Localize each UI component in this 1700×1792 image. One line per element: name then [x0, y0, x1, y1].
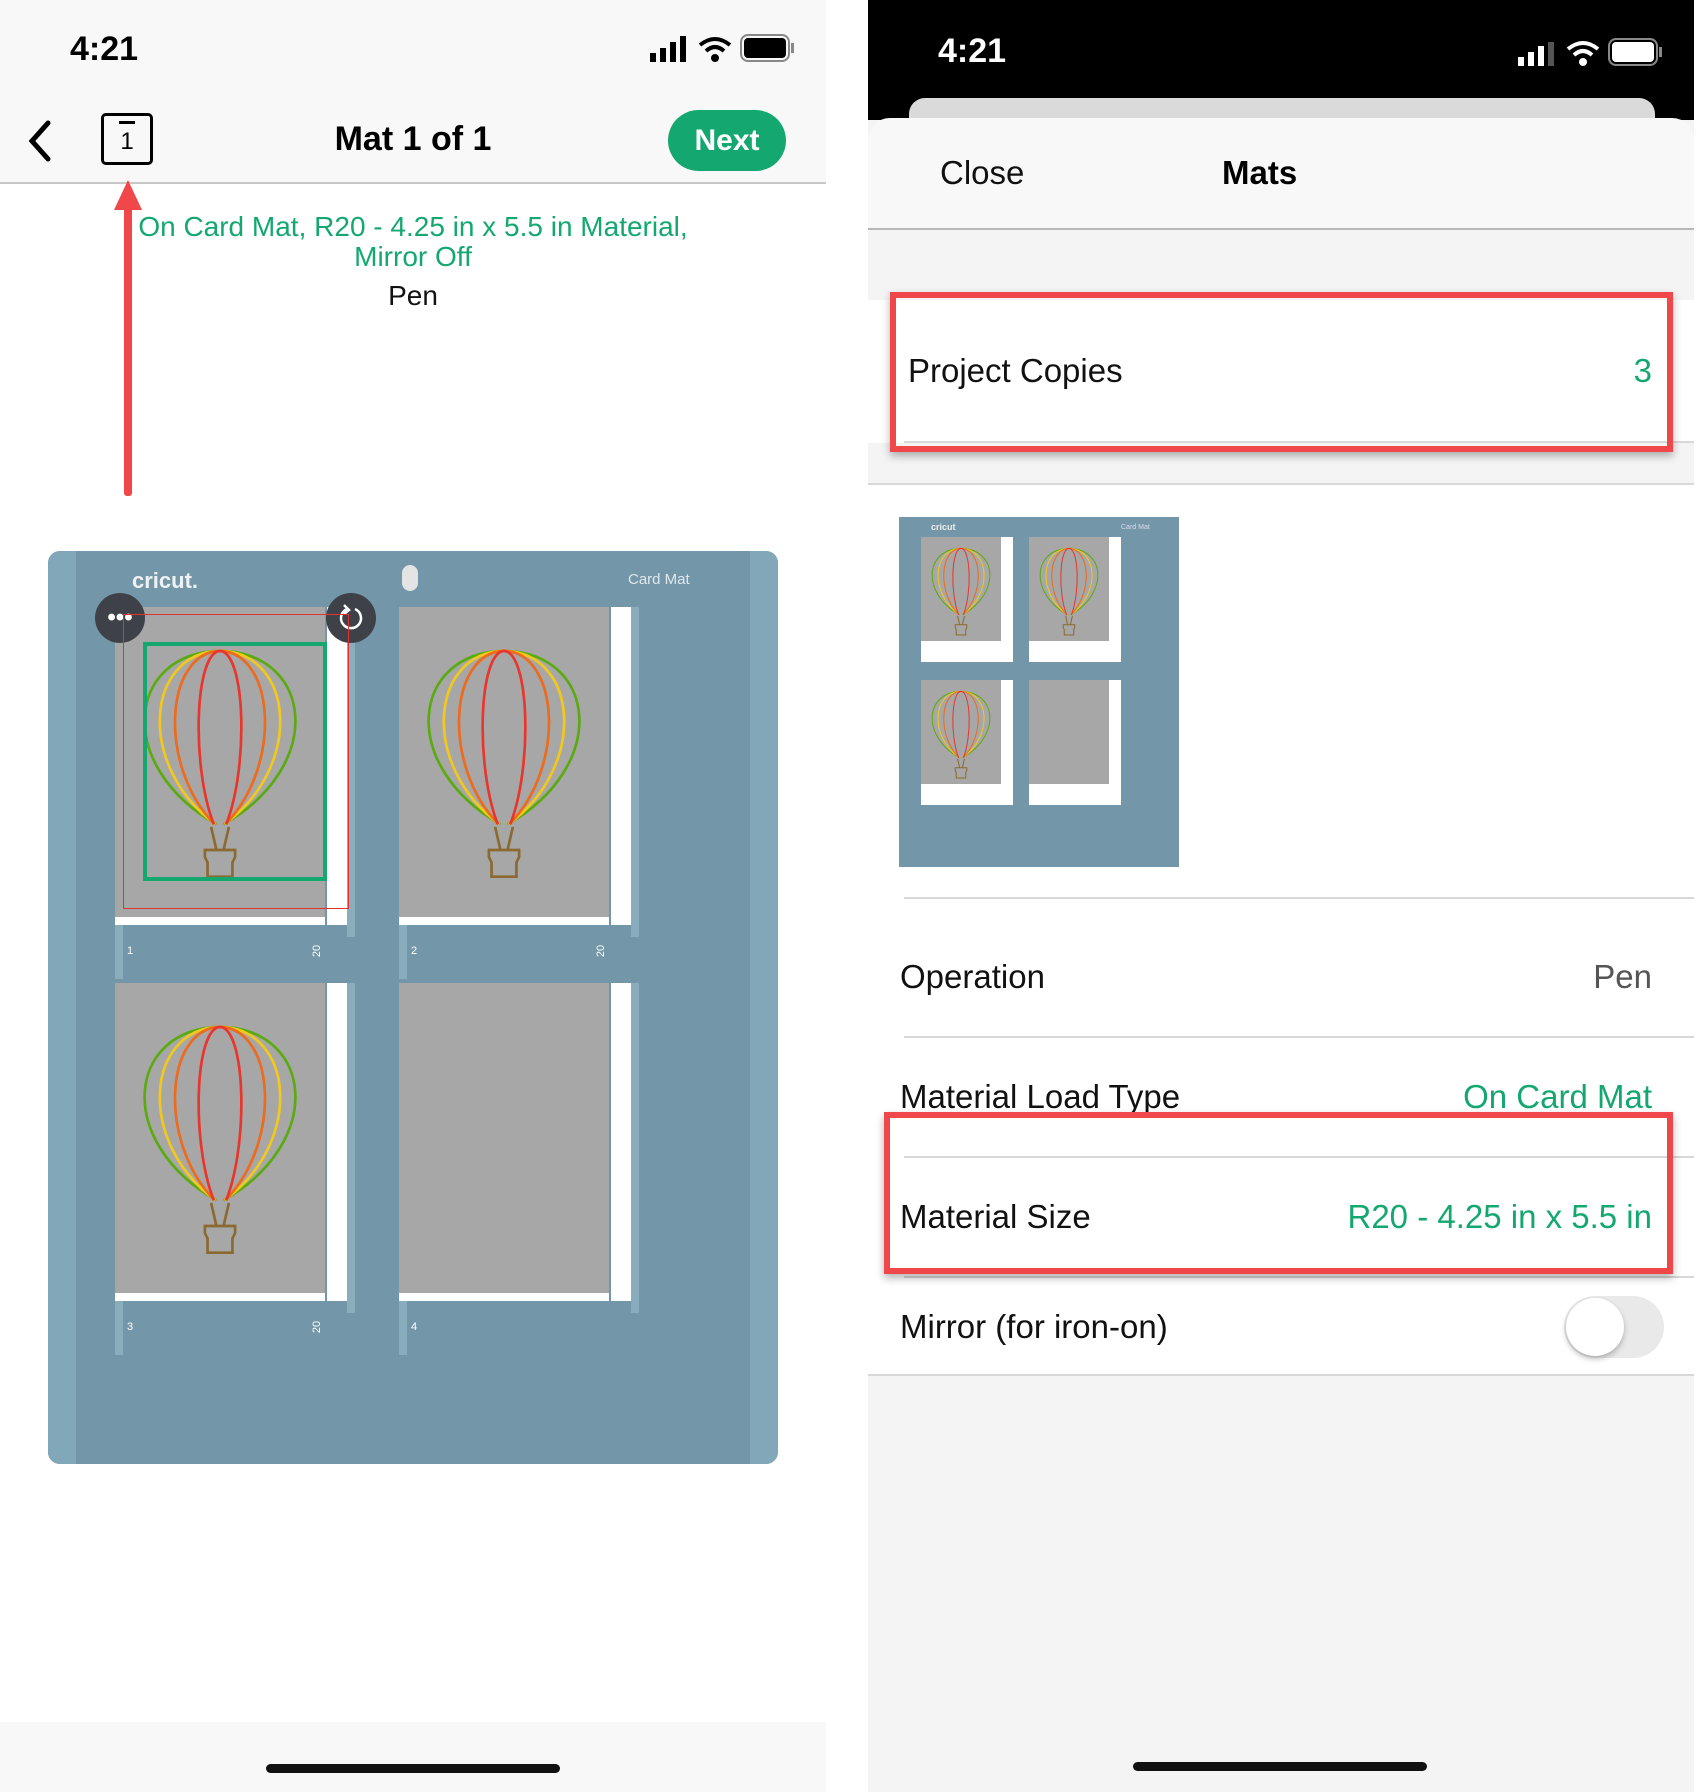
- mat-edge-right: [750, 551, 778, 1464]
- sheet-title: Mats: [1222, 154, 1298, 191]
- balloon-stripe: [1060, 547, 1078, 616]
- toggle-knob: [1566, 1298, 1624, 1356]
- balloon-basket: [954, 615, 968, 636]
- home-indicator: [1133, 1762, 1427, 1771]
- cutting-mat: cricut. Card Mat 1 20 2 20 3 20 4 •••: [48, 551, 778, 1464]
- cell-line: [325, 983, 327, 1313]
- balloon-stripe: [937, 547, 985, 616]
- cell-number: 2: [411, 945, 418, 957]
- balloon-design: [427, 649, 581, 878]
- cell-line: [347, 983, 355, 1313]
- balloon-stripe: [481, 649, 527, 825]
- thumbnail-type: Card Mat: [1121, 524, 1150, 531]
- balloon-stripe: [442, 649, 566, 826]
- back-chevron-icon[interactable]: [26, 120, 54, 162]
- wifi-icon: [1566, 41, 1600, 66]
- balloon-basket: [954, 758, 968, 779]
- settings-row-operation[interactable]: Operation Pen: [868, 918, 1694, 1038]
- cell-ruler: 20: [311, 944, 324, 958]
- close-button[interactable]: Close: [940, 154, 1024, 192]
- balloon-stripe: [158, 1025, 282, 1202]
- mirror-row: Mirror (for iron-on): [868, 1278, 1694, 1378]
- signal-icon: [650, 36, 686, 62]
- mirror-toggle[interactable]: [1564, 1296, 1664, 1358]
- thumbnail-brand: cricut: [931, 522, 956, 532]
- annotation-box-material-size: [884, 1112, 1673, 1274]
- row-label: Operation: [900, 958, 1045, 995]
- cell-line: [631, 983, 639, 1313]
- mat-cell[interactable]: 3 20: [115, 983, 355, 1355]
- cell-line: [631, 607, 639, 937]
- balloon-basket: [1062, 615, 1076, 636]
- mat-hole: [402, 565, 418, 591]
- balloon-stripe: [952, 547, 970, 616]
- cell-number: 4: [411, 1321, 418, 1333]
- left-screen: 4:21 1 Mat 1 of 1 Next On Card Mat, R20 …: [0, 0, 826, 1792]
- mat-cell[interactable]: 4: [399, 983, 639, 1355]
- next-button[interactable]: Next: [668, 110, 786, 171]
- thumbnail-cell: [1029, 537, 1121, 662]
- home-indicator-area: [0, 1722, 826, 1792]
- balloon-stripe: [931, 690, 991, 759]
- balloon-stripe: [937, 690, 985, 759]
- cell-line: [609, 983, 611, 1313]
- mat-selector-bar: [119, 121, 135, 124]
- mat-type: Card Mat: [628, 571, 690, 588]
- signal-icon: [1518, 42, 1554, 66]
- mat-cell[interactable]: 2 20: [399, 607, 639, 979]
- cell-line: [609, 607, 611, 937]
- status-icons: [1518, 38, 1664, 66]
- thumbnail-balloon: [931, 690, 991, 779]
- cell-number: 1: [127, 945, 134, 957]
- cell-material: [399, 983, 609, 1293]
- thumbnail-cell: [921, 537, 1013, 662]
- mat-index: 1: [120, 128, 134, 155]
- mat-edge-left: [48, 551, 76, 1464]
- balloon-stripe: [952, 690, 970, 759]
- nav-header: 4:21 1 Mat 1 of 1 Next: [0, 0, 826, 184]
- thumbnail-material: [1029, 680, 1109, 784]
- status-time: 4:21: [70, 30, 139, 68]
- sheet-header: Close Mats: [868, 118, 1694, 230]
- cell-number: 3: [127, 1321, 134, 1333]
- balloon-basket: [487, 826, 521, 878]
- balloon-stripe: [197, 1025, 243, 1201]
- selected-design-frame[interactable]: [143, 642, 327, 881]
- mirror-label: Mirror (for iron-on): [900, 1308, 1168, 1345]
- mat-thumbnail[interactable]: cricut Card Mat: [899, 517, 1179, 867]
- annotation-box-project-copies: [890, 292, 1673, 452]
- cell-ruler: 20: [595, 944, 608, 958]
- balloon-stripe: [427, 649, 581, 826]
- balloon-design: [143, 1025, 297, 1254]
- divider: [868, 1374, 1694, 1376]
- cell-ruler: 20: [311, 1320, 324, 1334]
- row-value[interactable]: On Card Mat: [1463, 1078, 1652, 1116]
- balloon-stripe: [1039, 547, 1099, 616]
- balloon-stripe: [1045, 547, 1093, 616]
- battery-icon: [1608, 38, 1662, 66]
- mat-selector-button[interactable]: 1: [101, 113, 153, 165]
- cricut-logo: cricut.: [132, 568, 199, 593]
- thumbnail-balloon: [1039, 547, 1099, 636]
- home-indicator: [266, 1764, 560, 1773]
- thumbnail-balloon: [931, 547, 991, 636]
- divider: [904, 897, 1694, 899]
- balloon-stripe: [143, 1025, 297, 1202]
- thumbnail-cell: [1029, 680, 1121, 805]
- page-title: Mat 1 of 1: [334, 120, 492, 158]
- row-label: Material Load Type: [900, 1078, 1181, 1115]
- balloon-stripe: [931, 547, 991, 616]
- row-value: Pen: [1593, 958, 1652, 995]
- status-bar: 4:21: [868, 0, 1694, 128]
- balloon-basket: [203, 1202, 237, 1254]
- thumbnail-cell: [921, 680, 1013, 805]
- status-time: 4:21: [938, 32, 1007, 70]
- status-icons: [650, 34, 796, 62]
- annotation-arrow: [114, 180, 142, 496]
- right-screen: 4:21 Close Mats Project Copies 3 cricut …: [868, 0, 1694, 1792]
- wifi-icon: [698, 37, 732, 62]
- battery-icon: [740, 34, 794, 62]
